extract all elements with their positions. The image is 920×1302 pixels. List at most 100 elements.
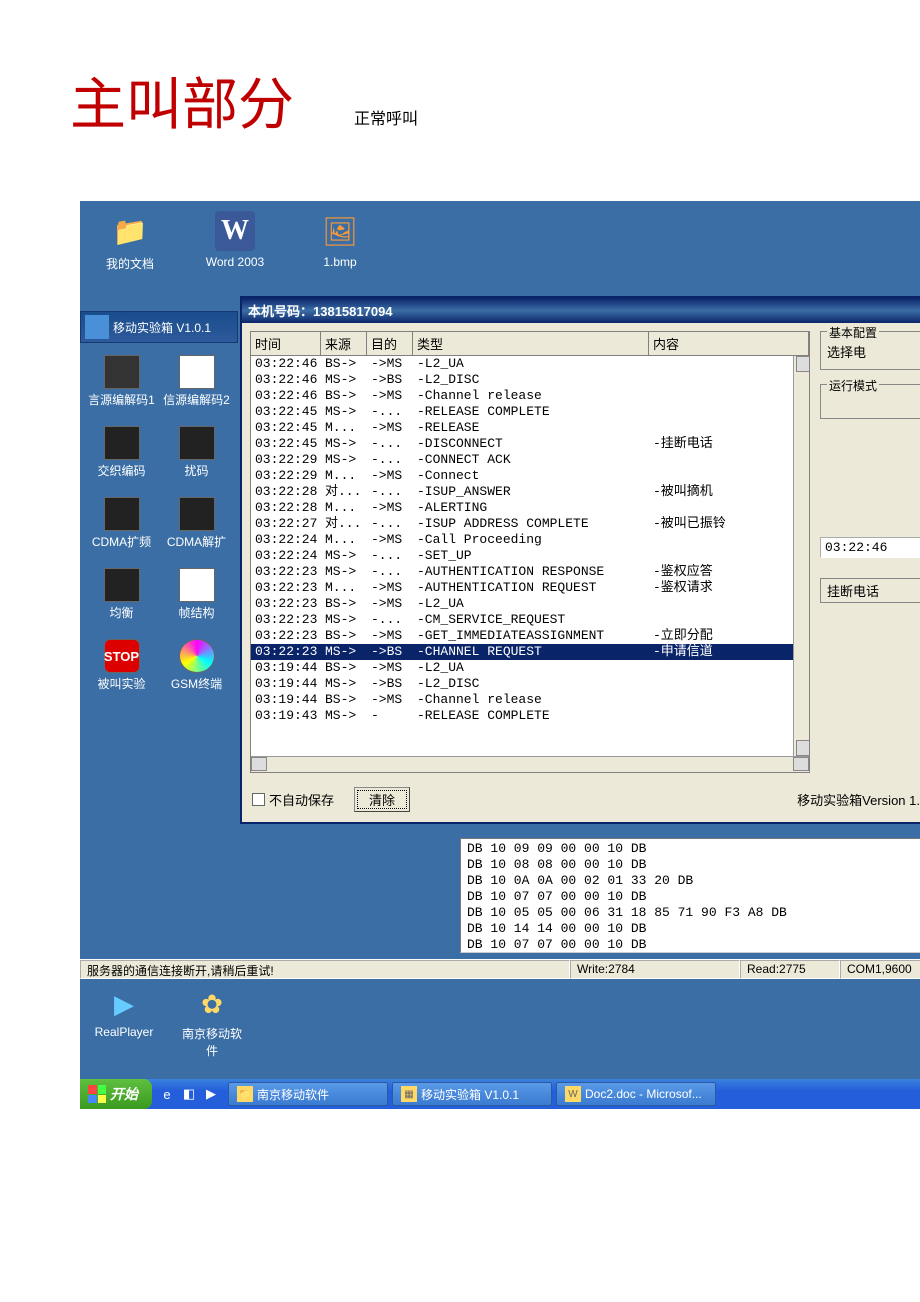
taskbar-app-icon: W xyxy=(565,1086,581,1102)
log-window: 本机号码：13815817094 时间 来源 目的 类型 内容 03:22 xyxy=(240,296,920,824)
desktop-icon[interactable]: ▶ RealPlayer xyxy=(94,987,154,1059)
table-row[interactable]: 03:22:23M...->MS-AUTHENTICATION REQUEST-… xyxy=(251,580,809,596)
sidebar-item[interactable]: GSM终端 xyxy=(159,639,234,692)
table-row[interactable]: 03:22:29MS->-...-CONNECT ACK xyxy=(251,452,809,468)
status-bar: 服务器的通信连接断开,请稍后重试! Write:2784 Read:2775 C… xyxy=(80,959,920,979)
desktop-icon[interactable]: ✿南京移动软件 xyxy=(182,987,242,1059)
status-com: COM1,9600 xyxy=(840,960,920,979)
table-row[interactable]: 03:22:23MS->->BS-CHANNEL REQUEST-申请信道 xyxy=(251,644,809,660)
app-icon: ▶ xyxy=(104,987,144,1021)
sidebar-item[interactable]: STOP 被叫实验 xyxy=(84,639,159,692)
hex-dump: DB 10 09 09 00 00 10 DB DB 10 08 08 00 0… xyxy=(460,838,920,953)
group1-legend: 基本配置 xyxy=(827,324,879,341)
table-row[interactable]: 03:22:23MS->-...-CM_SERVICE_REQUEST xyxy=(251,612,809,628)
module-label: 帧结构 xyxy=(159,604,234,621)
module-icon xyxy=(179,497,215,531)
table-row[interactable]: 03:22:45MS->-...-DISCONNECT-挂断电话 xyxy=(251,436,809,452)
sidebar-item[interactable]: 交织编码 xyxy=(84,426,159,479)
desktop-icon[interactable]: 🖼1.bmp xyxy=(310,211,370,272)
module-icon xyxy=(104,426,140,460)
sidebar-item[interactable]: CDMA扩频 xyxy=(84,497,159,550)
module-icon xyxy=(104,497,140,531)
table-row[interactable]: 03:19:43MS->--RELEASE COMPLETE xyxy=(251,708,809,724)
module-icon xyxy=(179,568,215,602)
ie-icon[interactable]: e xyxy=(158,1085,176,1103)
taskbar-button[interactable]: WDoc2.doc - Microsof... xyxy=(556,1082,716,1106)
table-row[interactable]: 03:22:45M...->MS-RELEASE xyxy=(251,420,809,436)
file-icon: W xyxy=(215,211,255,251)
table-row[interactable]: 03:22:46BS->->MS-L2_UA xyxy=(251,356,809,372)
message-grid[interactable]: 时间 来源 目的 类型 内容 03:22:46BS->->MS-L2_UA03:… xyxy=(250,331,810,773)
windows-flag-icon xyxy=(88,1085,106,1103)
table-row[interactable]: 03:22:29M...->MS-Connect xyxy=(251,468,809,484)
module-label: 言源编解码1 xyxy=(84,391,159,408)
hangup-button[interactable]: 挂断电话 xyxy=(820,578,920,603)
module-icon xyxy=(179,639,215,673)
sidebar-item[interactable]: 帧结构 xyxy=(159,568,234,621)
icon-label: RealPlayer xyxy=(94,1025,154,1039)
grid-header: 时间 来源 目的 类型 内容 xyxy=(251,332,809,356)
col-content[interactable]: 内容 xyxy=(649,332,809,355)
app-title-label: 移动实验箱 V1.0.1 xyxy=(113,319,211,336)
computer-icon xyxy=(85,315,109,339)
table-row[interactable]: 03:22:24M...->MS-Call Proceeding xyxy=(251,532,809,548)
table-row[interactable]: 03:19:44BS->->MS-L2_UA xyxy=(251,660,809,676)
module-icon: STOP xyxy=(104,639,140,673)
taskbar-button[interactable]: ▦移动实验箱 V1.0.1 xyxy=(392,1082,552,1106)
table-row[interactable]: 03:19:44MS->->BS-L2_DISC xyxy=(251,676,809,692)
module-label: 被叫实验 xyxy=(84,675,159,692)
table-row[interactable]: 03:19:44BS->->MS-Channel release xyxy=(251,692,809,708)
group2-legend: 运行模式 xyxy=(827,377,879,394)
scrollbar-vertical[interactable] xyxy=(793,356,809,756)
app-titlebar: 移动实验箱 V1.0.1 xyxy=(80,311,238,343)
quick-launch[interactable]: e ◧ ▶ xyxy=(152,1085,226,1103)
status-read: Read:2775 xyxy=(740,960,840,979)
table-row[interactable]: 03:22:46MS->->BS-L2_DISC xyxy=(251,372,809,388)
window-titlebar[interactable]: 本机号码：13815817094 xyxy=(242,298,920,323)
desktop-icon[interactable]: 📁 我的文档 xyxy=(100,211,160,272)
scrollbar-horizontal[interactable] xyxy=(251,756,809,772)
table-row[interactable]: 03:22:45MS->-...-RELEASE COMPLETE xyxy=(251,404,809,420)
start-button[interactable]: 开始 xyxy=(80,1079,152,1109)
sidebar-item[interactable]: CDMA解扩 xyxy=(159,497,234,550)
icon-label: 南京移动软件 xyxy=(182,1025,242,1059)
status-write: Write:2784 xyxy=(570,960,740,979)
desktop-icon[interactable]: ◧ xyxy=(180,1085,198,1103)
table-row[interactable]: 03:22:24MS->-...-SET_UP xyxy=(251,548,809,564)
table-row[interactable]: 03:22:46BS->->MS-Channel release xyxy=(251,388,809,404)
taskbar-button[interactable]: 📁南京移动软件 xyxy=(228,1082,388,1106)
version-label: 移动实验箱Version 1. xyxy=(797,790,920,809)
sidebar-item[interactable]: 信源编解码2 xyxy=(159,355,234,408)
table-row[interactable]: 03:22:23BS->->MS-GET_IMMEDIATEASSIGNMENT… xyxy=(251,628,809,644)
sidebar-item[interactable]: 扰码 xyxy=(159,426,234,479)
select-phone-label: 选择电 xyxy=(827,342,915,361)
sidebar-item[interactable]: 言源编解码1 xyxy=(84,355,159,408)
table-row[interactable]: 03:22:23BS->->MS-L2_UA xyxy=(251,596,809,612)
taskbar-app-icon: ▦ xyxy=(401,1086,417,1102)
module-icon xyxy=(179,426,215,460)
module-icon xyxy=(104,568,140,602)
desktop-icon[interactable]: WWord 2003 xyxy=(205,211,265,272)
checkbox-label: 不自动保存 xyxy=(269,790,334,809)
module-label: 交织编码 xyxy=(84,462,159,479)
icon-label: 1.bmp xyxy=(310,255,370,269)
module-label: 扰码 xyxy=(159,462,234,479)
col-src[interactable]: 来源 xyxy=(321,332,367,355)
sidebar-item[interactable]: 均衡 xyxy=(84,568,159,621)
col-type[interactable]: 类型 xyxy=(413,332,649,355)
col-dst[interactable]: 目的 xyxy=(367,332,413,355)
start-label: 开始 xyxy=(110,1084,138,1104)
icon-label: 我的文档 xyxy=(100,255,160,272)
status-message: 服务器的通信连接断开,请稍后重试! xyxy=(80,960,570,979)
clear-button[interactable]: 清除 xyxy=(354,787,410,812)
file-icon: 📁 xyxy=(110,211,150,251)
table-row[interactable]: 03:22:27对...-...-ISUP ADDRESS COMPLETE-被… xyxy=(251,516,809,532)
taskbar[interactable]: 开始 e ◧ ▶ 📁南京移动软件▦移动实验箱 V1.0.1WDoc2.doc -… xyxy=(80,1079,920,1109)
screenshot-frame: 📁 我的文档 WWord 2003 🖼1.bmp 移动实验箱 V1.0.1 言源编解码… xyxy=(80,201,920,1109)
media-icon[interactable]: ▶ xyxy=(202,1085,220,1103)
no-autosave-checkbox[interactable]: 不自动保存 xyxy=(252,790,334,809)
table-row[interactable]: 03:22:28对...-...-ISUP_ANSWER-被叫摘机 xyxy=(251,484,809,500)
table-row[interactable]: 03:22:28M...->MS-ALERTING xyxy=(251,500,809,516)
table-row[interactable]: 03:22:23MS->-...-AUTHENTICATION RESPONSE… xyxy=(251,564,809,580)
col-time[interactable]: 时间 xyxy=(251,332,321,355)
